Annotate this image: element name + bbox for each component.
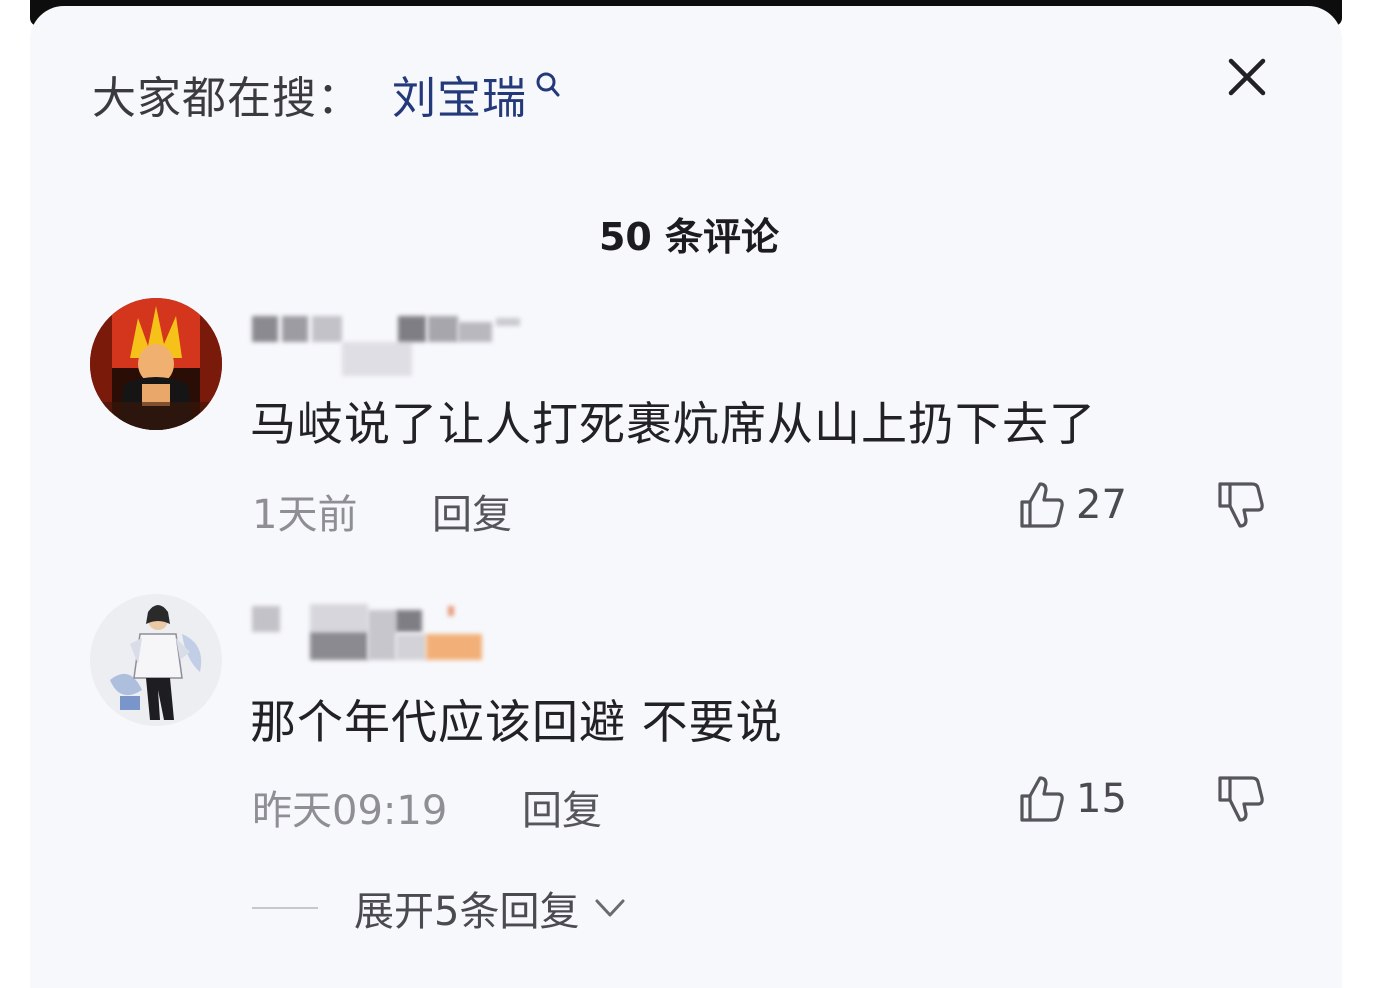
like-count: 27 bbox=[1076, 482, 1127, 528]
avatar[interactable] bbox=[90, 298, 222, 430]
reply-button[interactable]: 回复 bbox=[522, 778, 602, 836]
expand-replies-button[interactable]: 展开5条回复 bbox=[252, 880, 629, 936]
thumbs-down-icon[interactable] bbox=[1216, 772, 1268, 826]
trending-search-term[interactable]: 刘宝瑞 bbox=[392, 62, 527, 126]
expand-replies-label: 展开5条回复 bbox=[354, 889, 580, 935]
trending-search: 大家都在搜： 刘宝瑞 bbox=[92, 62, 561, 126]
chevron-down-icon bbox=[595, 899, 625, 917]
reply-button[interactable]: 回复 bbox=[432, 482, 512, 540]
close-icon[interactable] bbox=[1222, 52, 1272, 102]
like-button[interactable]: 15 bbox=[1018, 772, 1127, 826]
page: 大家都在搜： 刘宝瑞 50 条评论 马岐说了让人打死裹炕席从山上扔下去了 1天前… bbox=[0, 0, 1378, 988]
like-count: 15 bbox=[1076, 776, 1127, 822]
thumbs-up-icon bbox=[1020, 776, 1064, 822]
comment-text: 那个年代应该回避 不要说 bbox=[250, 695, 783, 749]
expand-divider bbox=[252, 907, 318, 909]
trending-search-prefix: 大家都在搜： bbox=[92, 73, 362, 124]
thumbs-up-icon bbox=[1020, 482, 1064, 528]
like-button[interactable]: 27 bbox=[1018, 478, 1127, 532]
comments-count-title: 50 条评论 bbox=[598, 215, 780, 259]
comments-panel bbox=[30, 6, 1342, 988]
comment-time: 1天前 bbox=[252, 492, 358, 538]
avatar[interactable] bbox=[90, 594, 222, 726]
username-redacted[interactable] bbox=[252, 604, 492, 674]
username-redacted[interactable] bbox=[252, 312, 532, 382]
thumbs-down-icon[interactable] bbox=[1216, 478, 1268, 532]
search-icon[interactable] bbox=[533, 70, 561, 104]
comment-text: 马岐说了让人打死裹炕席从山上扔下去了 bbox=[250, 397, 1096, 451]
comment-time: 昨天09:19 bbox=[252, 788, 448, 834]
